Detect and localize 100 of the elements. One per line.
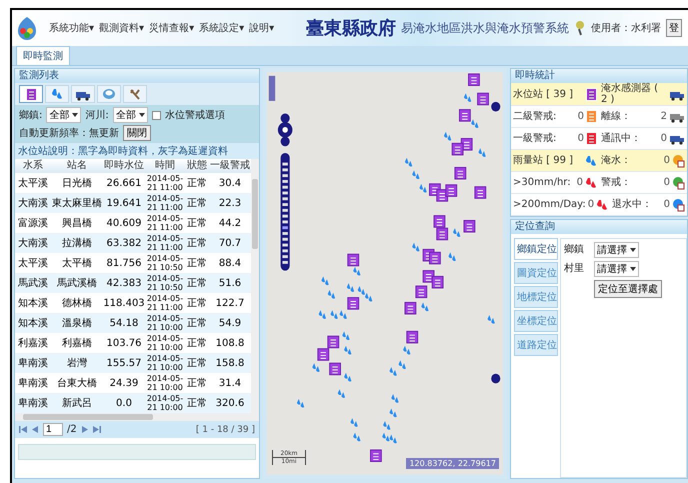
rain-gauge-marker-icon[interactable]: [346, 283, 354, 292]
rain-gauge-marker-icon[interactable]: [365, 292, 372, 302]
filter-select[interactable]: 全部: [46, 107, 82, 123]
water-level-marker-icon[interactable]: [404, 302, 416, 314]
rain-gauge-marker-icon[interactable]: [390, 434, 397, 444]
water-level-marker-icon[interactable]: [477, 92, 489, 106]
water-level-marker-icon[interactable]: [370, 449, 382, 462]
water-level-marker-icon[interactable]: [445, 184, 458, 197]
water-level-marker-icon[interactable]: [329, 362, 341, 376]
water-level-marker-icon[interactable]: [454, 166, 466, 180]
last-page-icon[interactable]: [92, 426, 101, 433]
locate-button[interactable]: 定位至選擇處: [594, 280, 662, 298]
select-field[interactable]: 請選擇: [594, 261, 639, 277]
page-input[interactable]: 1: [43, 423, 63, 436]
zoom-slider-icon[interactable]: [280, 152, 290, 271]
table-cell: 正常: [185, 353, 209, 373]
rain-gauge-marker-icon[interactable]: [478, 148, 486, 157]
water-level-marker-icon[interactable]: [458, 109, 471, 122]
water-level-marker-icon[interactable]: [464, 220, 476, 233]
rain-gauge-marker-icon[interactable]: [312, 363, 320, 372]
water-level-marker-icon[interactable]: [434, 215, 446, 228]
column-header[interactable]: 一級警戒: [209, 159, 251, 173]
rain-gauge-marker-icon[interactable]: [342, 331, 350, 340]
rain-gauge-marker-icon[interactable]: [390, 408, 397, 418]
locate-tab[interactable]: 鄉鎮定位: [514, 238, 558, 260]
stat-label: 警戒：: [601, 177, 632, 188]
coordinate-label: 120.83762, 22.79617: [406, 458, 499, 469]
water-level-marker-icon[interactable]: [422, 270, 434, 283]
page-tab[interactable]: 即時監測: [16, 46, 70, 65]
rain-gauge-marker-icon[interactable]: [390, 367, 397, 376]
rain-gauge-marker-icon[interactable]: [421, 302, 429, 312]
rain-gauge-marker-icon[interactable]: [488, 314, 495, 324]
tool-button[interactable]: [19, 85, 43, 103]
rain-gauge-marker-icon[interactable]: [338, 389, 346, 398]
menu-item[interactable]: 系統設定▾: [199, 21, 244, 35]
rain-gauge-marker-icon[interactable]: [464, 93, 472, 102]
layer-switch-icon[interactable]: [268, 76, 276, 101]
rain-gauge-marker-icon[interactable]: [383, 421, 390, 430]
menu-item[interactable]: 說明▾: [249, 21, 274, 35]
rain-gauge-marker-icon[interactable]: [448, 252, 456, 261]
rain-gauge-marker-icon[interactable]: [353, 266, 360, 276]
water-level-marker-icon[interactable]: [432, 276, 444, 288]
water-level-marker-icon[interactable]: [327, 336, 340, 348]
rain-gauge-marker-icon[interactable]: [321, 276, 329, 286]
stat-count: 0: [578, 111, 584, 122]
next-page-icon[interactable]: [80, 426, 89, 433]
rain-gauge-marker-icon[interactable]: [444, 132, 452, 140]
rain-gauge-marker-icon[interactable]: [328, 290, 336, 299]
water-level-marker-icon[interactable]: [317, 348, 330, 361]
stat-count: 0: [578, 133, 584, 144]
rain-gauge-marker-icon[interactable]: [344, 346, 352, 355]
column-header[interactable]: 即時水位: [103, 159, 145, 173]
rain-gauge-marker-icon[interactable]: [344, 372, 352, 382]
water-level-marker-icon[interactable]: [468, 73, 480, 86]
water-level-marker-icon[interactable]: [347, 297, 360, 310]
rain-gauge-marker-icon[interactable]: [403, 346, 410, 355]
first-page-icon[interactable]: [19, 426, 27, 433]
rain-gauge-marker-icon[interactable]: [412, 242, 420, 252]
rain-gauge-marker-icon[interactable]: [471, 119, 478, 128]
water-level-marker-icon[interactable]: [474, 186, 486, 199]
vertical-scrollbar[interactable]: [251, 159, 259, 413]
rain-gauge-marker-icon[interactable]: [340, 310, 347, 319]
rain-gauge-marker-icon[interactable]: [453, 228, 460, 237]
column-header[interactable]: 狀態: [185, 159, 209, 173]
rain-gauge-marker-icon[interactable]: [412, 170, 420, 180]
rain-gauge-marker-icon[interactable]: [353, 432, 360, 442]
rain-gauge-marker-icon[interactable]: [330, 310, 338, 319]
rain-gauge-marker-icon[interactable]: [318, 310, 326, 319]
rain-gauge-marker-icon[interactable]: [404, 158, 412, 167]
close-button[interactable]: 關閉: [123, 125, 151, 141]
checkbox[interactable]: [152, 110, 161, 120]
water-level-marker-icon[interactable]: [347, 254, 360, 266]
water-level-marker-icon[interactable]: [415, 286, 428, 298]
rain-gauge-marker-icon[interactable]: [350, 418, 358, 427]
column-header[interactable]: 站名: [51, 159, 103, 173]
water-level-marker-icon[interactable]: [436, 228, 448, 240]
column-header[interactable]: 水系: [15, 159, 51, 173]
water-level-marker-icon[interactable]: [452, 142, 464, 156]
previous-page-icon[interactable]: [31, 426, 39, 433]
water-level-marker-icon[interactable]: [429, 252, 441, 264]
water-level-marker-icon[interactable]: [406, 330, 418, 344]
select-field[interactable]: 請選擇: [594, 242, 639, 258]
rain-gauge-marker-icon[interactable]: [391, 394, 399, 403]
menu-item[interactable]: 觀測資料▾: [99, 21, 144, 35]
logout-button[interactable]: 登: [666, 19, 682, 37]
caret-icon: [138, 113, 145, 117]
site-subtitle: 易淹水地區洪水與淹水預警系統: [401, 20, 569, 36]
filter-select[interactable]: 全部: [112, 107, 148, 123]
tool-button[interactable]: [71, 85, 95, 103]
pan-control-icon[interactable]: [278, 113, 292, 146]
horizontal-scrollbar[interactable]: [15, 413, 259, 421]
rain-gauge-marker-icon[interactable]: [398, 360, 406, 369]
rain-gauge-marker-icon[interactable]: [420, 184, 427, 193]
rain-gauge-marker-icon[interactable]: [358, 286, 366, 295]
column-header[interactable]: 時間: [145, 159, 185, 173]
menu-item[interactable]: 系統功能▾: [49, 21, 94, 35]
rain-gauge-marker-icon[interactable]: [382, 432, 390, 442]
table-cell: 0.0: [103, 393, 145, 413]
rain-gauge-marker-icon[interactable]: [296, 398, 304, 408]
menu-item[interactable]: 災情查報▾: [149, 21, 194, 35]
